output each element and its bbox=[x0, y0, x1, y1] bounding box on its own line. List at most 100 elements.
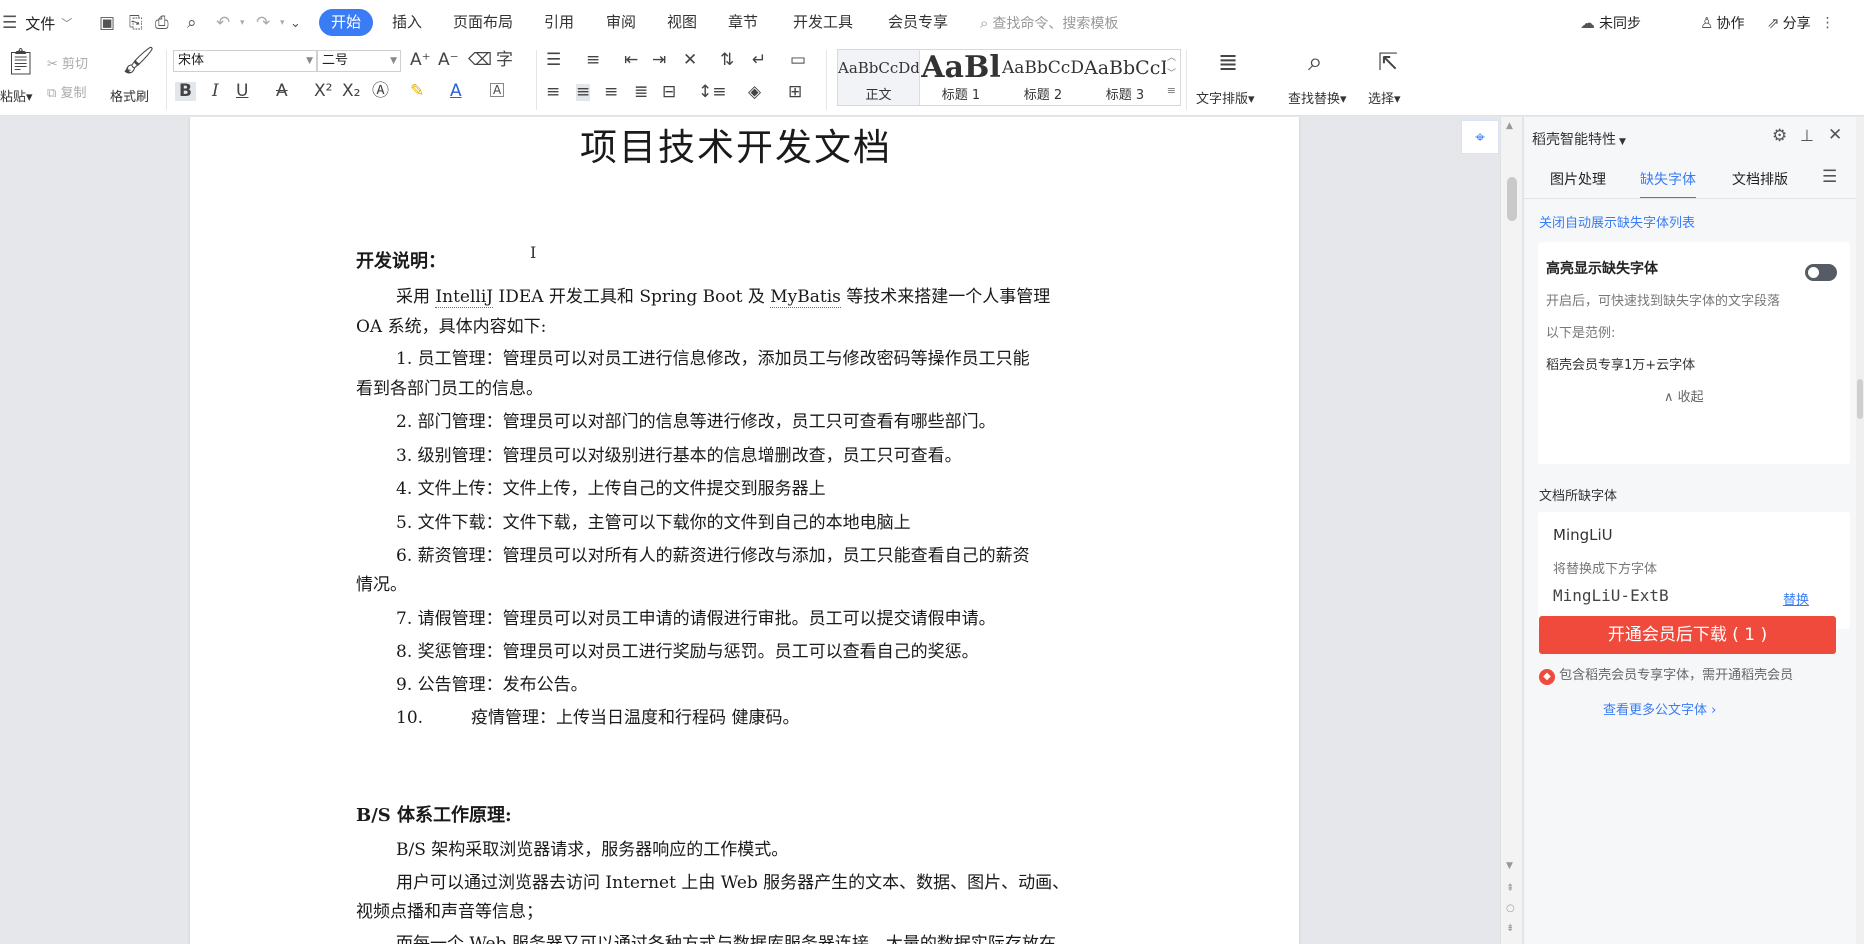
find-replace-button[interactable]: 查找替换▾ bbox=[1288, 88, 1347, 107]
undo-icon[interactable]: ↶ bbox=[216, 0, 230, 46]
select-cursor-icon[interactable]: ⇱ bbox=[1378, 50, 1398, 74]
more-fonts-link[interactable]: 查看更多公文字体 › bbox=[1603, 699, 1716, 718]
sync-status[interactable]: ☁ 未同步 bbox=[1580, 0, 1641, 46]
bold-icon[interactable]: B bbox=[175, 82, 196, 101]
highlight-toggle[interactable] bbox=[1805, 264, 1837, 281]
paste-icon[interactable]: 📋︎ bbox=[4, 49, 37, 75]
italic-icon[interactable]: I bbox=[212, 83, 219, 100]
tab-missing-fonts[interactable]: 缺失字体 bbox=[1640, 169, 1696, 199]
redo-icon[interactable]: ↷ bbox=[256, 0, 270, 46]
close-icon[interactable]: ✕ bbox=[1828, 125, 1842, 145]
tab-review[interactable]: 审阅 bbox=[606, 9, 636, 36]
format-painter-icon[interactable]: 🖌︎ bbox=[122, 48, 155, 74]
find-replace-icon[interactable]: ⌕ bbox=[1308, 49, 1323, 75]
save-icon[interactable]: ▣ bbox=[99, 0, 115, 46]
font-color-icon[interactable]: A bbox=[450, 83, 462, 100]
document-page[interactable]: 项目技术开发文档 I 开发说明： 采用 IntelliJ IDEA 开发工具和 … bbox=[190, 117, 1299, 944]
tab-developer[interactable]: 开发工具 bbox=[793, 9, 853, 36]
bullet-list-icon[interactable]: ☰ bbox=[546, 52, 561, 69]
align-left-icon[interactable]: ≡ bbox=[546, 84, 560, 101]
more-icon[interactable]: ⋮ bbox=[1821, 16, 1835, 30]
highlight-icon[interactable]: ✎ bbox=[410, 83, 424, 100]
scrollbar-thumb[interactable] bbox=[1507, 177, 1517, 221]
underline-icon[interactable]: U bbox=[236, 83, 248, 100]
customize-toolbar-icon[interactable]: ⌄ bbox=[290, 0, 301, 46]
expand-gallery-icon[interactable]: ≡ bbox=[1167, 84, 1176, 97]
style-heading-3[interactable]: AaBbCcI 标题 3 bbox=[1084, 50, 1166, 105]
file-menu[interactable]: ☰ 文件 ﹀ bbox=[2, 0, 72, 46]
collapse-button[interactable]: ∧ 收起 bbox=[1664, 386, 1704, 405]
char-border-icon[interactable]: A bbox=[490, 83, 505, 97]
decrease-indent-icon[interactable]: ⇤ bbox=[624, 52, 638, 69]
pin-icon[interactable]: ⊥ bbox=[1800, 126, 1814, 145]
copy-button[interactable]: ⧉ 复制 bbox=[47, 82, 86, 101]
tab-references[interactable]: 引用 bbox=[544, 9, 574, 36]
export-icon[interactable]: ⎘ bbox=[129, 0, 143, 46]
close-auto-show-link[interactable]: 关闭自动展示缺失字体列表 bbox=[1539, 212, 1695, 231]
tab-home[interactable]: 开始 bbox=[319, 9, 374, 36]
scroll-up-icon[interactable]: ︿ bbox=[1167, 50, 1176, 63]
style-heading-2[interactable]: AaBbCcDd 标题 2 bbox=[1002, 50, 1084, 105]
gear-icon[interactable]: ⚙ bbox=[1772, 126, 1787, 146]
panel-title[interactable]: 稻壳智能特性 ▼ bbox=[1532, 129, 1626, 149]
select-browse-object-icon[interactable]: ○ bbox=[1506, 903, 1515, 914]
select-button[interactable]: 选择▾ bbox=[1368, 88, 1401, 107]
command-search[interactable]: ⌕ 查找命令、搜索模板 bbox=[980, 0, 1118, 46]
show-marks-icon[interactable]: ↵ bbox=[752, 52, 766, 69]
chinese-layout-icon[interactable]: ✕ bbox=[683, 52, 697, 69]
superscript-icon[interactable]: X² bbox=[314, 83, 332, 100]
justify-icon[interactable]: ≣ bbox=[634, 84, 648, 101]
share-button[interactable]: ⇗ 分享 ⋮ bbox=[1767, 0, 1835, 46]
panel-scrollbar-thumb[interactable] bbox=[1857, 379, 1863, 419]
style-normal[interactable]: AaBbCcDd 正文 bbox=[838, 50, 920, 105]
scroll-down-icon[interactable]: ▼ bbox=[1506, 861, 1513, 871]
print-icon[interactable]: ⎙ bbox=[155, 0, 169, 46]
line-spacing-icon[interactable]: ↕≡ bbox=[698, 84, 727, 101]
scroll-up-icon[interactable]: ▲ bbox=[1506, 121, 1513, 131]
tab-member[interactable]: 会员专享 bbox=[888, 9, 948, 36]
subscript-icon[interactable]: X₂ bbox=[342, 83, 360, 100]
shrink-font-icon[interactable]: A⁻ bbox=[438, 52, 459, 69]
table-grid-icon[interactable]: ▭ bbox=[790, 52, 806, 69]
format-painter-button[interactable]: 格式刷 bbox=[110, 86, 149, 105]
distributed-icon[interactable]: ⊟ bbox=[662, 84, 676, 101]
increase-indent-icon[interactable]: ⇥ bbox=[652, 52, 666, 69]
font-size-select[interactable]: 二号 ▼ bbox=[317, 50, 401, 72]
numbered-list-icon[interactable]: ≡ bbox=[586, 52, 600, 69]
align-center-icon[interactable]: ≡ bbox=[576, 84, 591, 101]
text-direction-icon[interactable]: ⇅ bbox=[720, 52, 734, 69]
undo-dropdown-icon[interactable]: ▾ bbox=[240, 0, 245, 46]
font-family-select[interactable]: 宋体 ▼ bbox=[173, 50, 317, 72]
panel-scrollbar[interactable] bbox=[1856, 117, 1864, 944]
tab-image-processing[interactable]: 图片处理 bbox=[1550, 169, 1606, 189]
cut-button[interactable]: ✂ 剪切 bbox=[47, 53, 88, 72]
clear-format-icon[interactable]: ⌫ bbox=[468, 52, 492, 69]
menu-icon[interactable]: ☰ bbox=[1822, 167, 1837, 187]
tab-insert[interactable]: 插入 bbox=[392, 9, 422, 36]
replace-link[interactable]: 替换 bbox=[1783, 589, 1809, 608]
align-right-icon[interactable]: ≡ bbox=[604, 84, 618, 101]
style-heading-1[interactable]: AaBl 标题 1 bbox=[920, 50, 1002, 105]
scroll-down-icon[interactable]: ﹀ bbox=[1167, 66, 1176, 79]
next-page-icon[interactable]: ⇟ bbox=[1506, 923, 1514, 934]
prev-page-icon[interactable]: ⇞ bbox=[1506, 883, 1514, 894]
print-preview-icon[interactable]: ⌕ bbox=[187, 0, 197, 46]
tab-doc-layout[interactable]: 文档排版 bbox=[1732, 169, 1788, 189]
location-pin-icon[interactable]: ⌖ bbox=[1461, 120, 1499, 154]
borders-icon[interactable]: ⊞ bbox=[788, 84, 802, 101]
download-button[interactable]: 开通会员后下载 ( 1 ) bbox=[1539, 616, 1836, 654]
tab-view[interactable]: 视图 bbox=[667, 9, 697, 36]
tab-page-layout[interactable]: 页面布局 bbox=[453, 9, 513, 36]
text-layout-icon[interactable]: ≣ bbox=[1218, 50, 1238, 74]
text-layout-button[interactable]: 文字排版▾ bbox=[1196, 88, 1255, 107]
text-effect-icon[interactable]: Ⓐ bbox=[372, 83, 389, 100]
tab-chapter[interactable]: 章节 bbox=[728, 9, 758, 36]
shading-icon[interactable]: ◈ bbox=[748, 84, 761, 101]
collaborate-button[interactable]: ♙ 协作 bbox=[1700, 0, 1744, 46]
redo-dropdown-icon[interactable]: ▾ bbox=[280, 0, 285, 46]
document-scrollbar[interactable]: ▲ ▼ ⇞ ○ ⇟ bbox=[1500, 117, 1522, 944]
paste-button[interactable]: 粘贴▾ bbox=[0, 86, 33, 105]
grow-font-icon[interactable]: A⁺ bbox=[410, 52, 431, 69]
strikethrough-icon[interactable]: A bbox=[276, 83, 288, 100]
phonetic-guide-icon[interactable]: 字 bbox=[496, 52, 513, 69]
